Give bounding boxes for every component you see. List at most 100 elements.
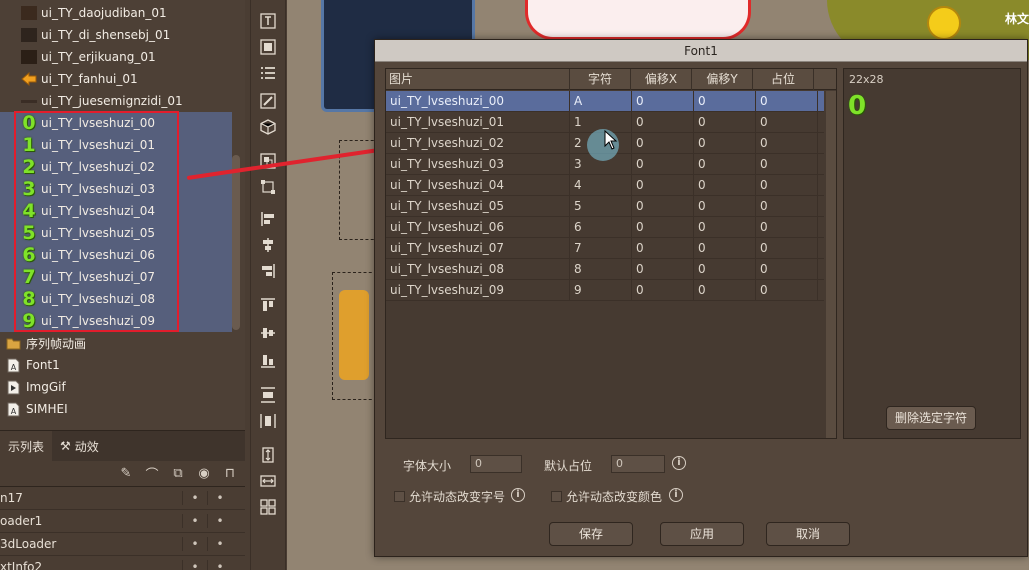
grid-icon[interactable] [259, 498, 277, 516]
edit-icon[interactable]: ✎ [117, 465, 135, 483]
cell-char[interactable]: A [570, 91, 632, 111]
info-icon[interactable]: i [669, 488, 683, 502]
cell-offset-x[interactable]: 0 [632, 175, 694, 195]
resource-item[interactable]: ui_TY_erjikuang_01 [0, 46, 232, 68]
cell-offset-y[interactable]: 0 [694, 259, 756, 279]
cell-advance[interactable]: 0 [756, 112, 818, 132]
glyph-table-row[interactable]: ui_TY_lvseshuzi_06 6 0 0 0 [386, 217, 824, 238]
glyph-table-row[interactable]: ui_TY_lvseshuzi_04 4 0 0 0 [386, 175, 824, 196]
cell-offset-x[interactable]: 0 [632, 217, 694, 237]
glyph-table-row[interactable]: ui_TY_lvseshuzi_08 8 0 0 0 [386, 259, 824, 280]
column-header-image[interactable]: 图片 [386, 69, 570, 90]
resource-item[interactable]: ui_TY_juesemignzidi_01 [0, 90, 232, 112]
save-button[interactable]: 保存 [549, 522, 633, 546]
apply-button[interactable]: 应用 [660, 522, 744, 546]
resource-item[interactable]: ui_TY_di_shensebj_01 [0, 24, 232, 46]
align-hcenter-icon[interactable] [259, 236, 277, 254]
info-icon[interactable]: i [511, 488, 525, 502]
cell-advance[interactable]: 0 [756, 133, 818, 153]
cell-advance[interactable]: 0 [756, 154, 818, 174]
layer-visible-toggle[interactable]: • [182, 537, 207, 551]
glyph-table-scrollbar[interactable] [826, 91, 836, 438]
cell-offset-x[interactable]: 0 [632, 91, 694, 111]
cell-offset-x[interactable]: 0 [632, 133, 694, 153]
cell-offset-y[interactable]: 0 [694, 217, 756, 237]
cell-char[interactable]: 9 [570, 280, 632, 300]
cell-offset-y[interactable]: 0 [694, 112, 756, 132]
column-header-offset-y[interactable]: 偏移Y [692, 69, 753, 90]
resource-item[interactable]: ui_TY_daojudiban_01 [0, 2, 232, 24]
cell-advance[interactable]: 0 [756, 91, 818, 111]
resource-item[interactable]: A Font1 [0, 354, 232, 376]
info-icon[interactable]: i [672, 456, 686, 470]
lock-icon[interactable]: ⊓ [221, 465, 239, 483]
hide-icon[interactable]: ⌒ [143, 465, 161, 483]
tab-display-list[interactable]: 示列表 [0, 431, 53, 461]
layer-row[interactable]: xtInfo2 • • [0, 556, 245, 570]
cell-offset-y[interactable]: 0 [694, 238, 756, 258]
cell-advance[interactable]: 0 [756, 280, 818, 300]
cell-offset-x[interactable]: 0 [632, 196, 694, 216]
cancel-button[interactable]: 取消 [766, 522, 850, 546]
allow-dynamic-color-checkbox[interactable] [551, 491, 562, 502]
layer-visible-toggle[interactable]: • [182, 514, 207, 528]
distribute-vertical-icon[interactable] [259, 386, 277, 404]
font-size-input[interactable]: 0 [470, 455, 522, 473]
cell-advance[interactable]: 0 [756, 259, 818, 279]
cell-offset-x[interactable]: 0 [632, 259, 694, 279]
list-tool-icon[interactable] [259, 64, 277, 82]
column-header-char[interactable]: 字符 [570, 69, 631, 90]
cell-offset-y[interactable]: 0 [694, 175, 756, 195]
layer-row[interactable]: n17 • • [0, 487, 245, 510]
text-tool-icon[interactable] [259, 12, 277, 30]
duplicate-icon[interactable]: ⧉ [169, 465, 187, 483]
glyph-table-row[interactable]: ui_TY_lvseshuzi_05 5 0 0 0 [386, 196, 824, 217]
resource-item[interactable]: A SIMHEI [0, 398, 232, 420]
cell-char[interactable]: 5 [570, 196, 632, 216]
align-top-icon[interactable] [259, 296, 277, 314]
align-vcenter-icon[interactable] [259, 324, 277, 342]
cell-offset-y[interactable]: 0 [694, 91, 756, 111]
cell-char[interactable]: 7 [570, 238, 632, 258]
cell-offset-y[interactable]: 0 [694, 154, 756, 174]
align-right-icon[interactable] [259, 262, 277, 280]
default-advance-input[interactable]: 0 [611, 455, 665, 473]
resource-scrollbar[interactable] [232, 155, 240, 330]
layer-visible-toggle[interactable]: • [182, 491, 207, 505]
cell-offset-x[interactable]: 0 [632, 154, 694, 174]
cell-advance[interactable]: 0 [756, 217, 818, 237]
layer-lock-toggle[interactable]: • [207, 491, 232, 505]
layer-lock-toggle[interactable]: • [207, 514, 232, 528]
cell-offset-y[interactable]: 0 [694, 280, 756, 300]
image-tool-icon[interactable] [259, 38, 277, 56]
resource-item[interactable]: ImgGif [0, 376, 232, 398]
layer-row[interactable]: 3dLoader • • [0, 533, 245, 556]
frame-tool-icon[interactable] [259, 92, 277, 110]
cell-offset-x[interactable]: 0 [632, 112, 694, 132]
glyph-table-row[interactable]: ui_TY_lvseshuzi_09 9 0 0 0 [386, 280, 824, 301]
cell-offset-y[interactable]: 0 [694, 133, 756, 153]
same-height-icon[interactable] [259, 446, 277, 464]
cell-advance[interactable]: 0 [756, 175, 818, 195]
cube-tool-icon[interactable] [259, 118, 277, 136]
layer-visible-toggle[interactable]: • [182, 560, 207, 570]
glyph-table-row[interactable]: ui_TY_lvseshuzi_07 7 0 0 0 [386, 238, 824, 259]
cell-char[interactable]: 8 [570, 259, 632, 279]
resource-item[interactable]: 序列帧动画 [0, 332, 232, 354]
layer-row[interactable]: oader1 • • [0, 510, 245, 533]
cell-char[interactable]: 4 [570, 175, 632, 195]
eye-icon[interactable]: ◉ [195, 465, 213, 483]
cell-offset-x[interactable]: 0 [632, 238, 694, 258]
layer-lock-toggle[interactable]: • [207, 560, 232, 570]
distribute-horizontal-icon[interactable] [259, 412, 277, 430]
cell-offset-x[interactable]: 0 [632, 280, 694, 300]
align-bottom-icon[interactable] [259, 352, 277, 370]
tab-effects[interactable]: ⚒ 动效 [52, 431, 107, 461]
column-header-advance[interactable]: 占位 [753, 69, 814, 90]
glyph-table-row[interactable]: ui_TY_lvseshuzi_00 A 0 0 0 [386, 91, 824, 112]
delete-selected-glyph-button[interactable]: 删除选定字符 [886, 406, 976, 430]
same-width-icon[interactable] [259, 472, 277, 490]
allow-dynamic-size-checkbox[interactable] [394, 491, 405, 502]
column-header-offset-x[interactable]: 偏移X [631, 69, 692, 90]
align-left-icon[interactable] [259, 210, 277, 228]
